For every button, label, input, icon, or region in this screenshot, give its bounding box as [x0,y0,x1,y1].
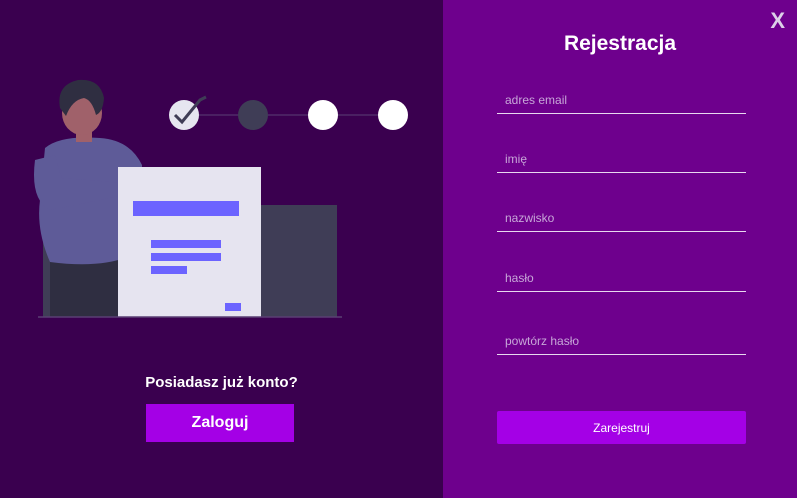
have-account-question: Posiadasz już konto? [145,374,298,391]
password-repeat-field[interactable] [497,331,746,355]
login-button[interactable]: Zaloguj [146,404,294,442]
document-card [118,167,261,317]
close-icon[interactable]: X [770,8,785,34]
background-box [259,205,337,317]
first-name-field[interactable] [497,149,746,173]
step-1-completed-icon [169,95,207,130]
password-field[interactable] [497,268,746,292]
step-2-active-icon [238,100,268,130]
last-name-field[interactable] [497,208,746,232]
step-3-icon [308,100,338,130]
register-button[interactable]: Zarejestruj [497,411,746,444]
email-field[interactable] [497,90,746,114]
page-title: Rejestracja [563,32,677,55]
step-4-icon [378,100,408,130]
registration-illustration [34,79,408,318]
